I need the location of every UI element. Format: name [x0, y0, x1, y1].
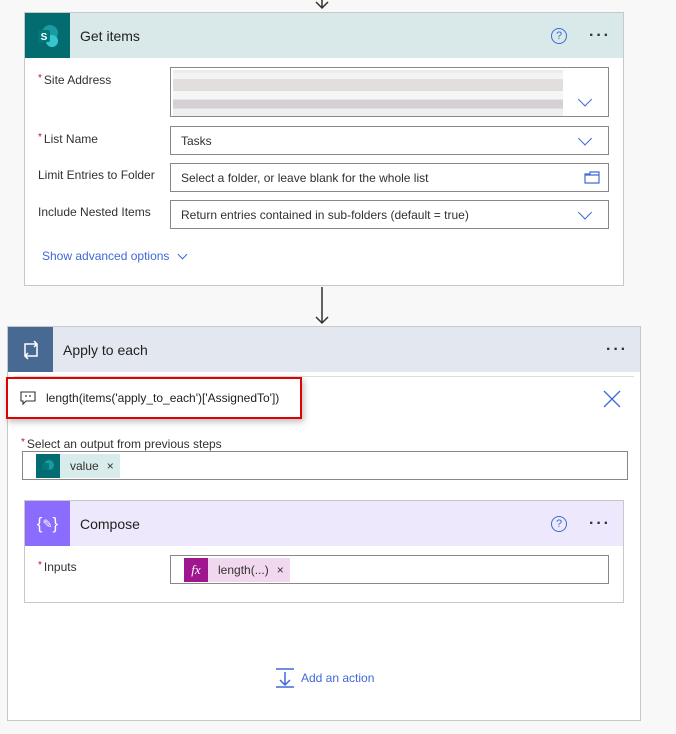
nested-items-label: Include Nested Items — [38, 205, 151, 219]
limit-folder-label: Limit Entries to Folder — [38, 168, 155, 182]
apply-to-each-header[interactable]: Apply to each ··· — [8, 327, 640, 372]
token-label: value — [70, 458, 99, 473]
comment-icon — [20, 391, 36, 406]
sharepoint-icon: S — [25, 13, 70, 58]
remove-token-icon[interactable]: × — [107, 459, 114, 473]
close-icon[interactable] — [603, 390, 621, 408]
connector-arrow-icon — [314, 0, 330, 10]
add-action-icon — [276, 668, 294, 688]
select-output-input[interactable]: value × — [22, 451, 628, 480]
more-options-icon[interactable]: ··· — [589, 515, 611, 533]
expression-text: length(items('apply_to_each')['AssignedT… — [46, 391, 280, 405]
card-title: Compose — [80, 515, 140, 532]
list-name-dropdown[interactable]: Tasks — [170, 126, 609, 155]
chevron-down-icon[interactable] — [577, 204, 593, 220]
advanced-label: Show advanced options — [42, 249, 170, 263]
inputs-field[interactable]: fx length(...) × — [170, 555, 609, 584]
nested-items-dropdown[interactable]: Return entries contained in sub-folders … — [170, 200, 609, 229]
card-title: Get items — [80, 27, 140, 44]
list-name-value: Tasks — [181, 133, 212, 148]
site-address-input[interactable] — [170, 67, 609, 117]
help-icon[interactable]: ? — [551, 515, 568, 532]
folder-icon[interactable] — [584, 171, 600, 184]
add-action-label: Add an action — [301, 671, 375, 685]
list-name-label: * List Name — [38, 132, 98, 146]
value-token[interactable]: value × — [36, 453, 120, 478]
connector-arrow-icon — [314, 287, 330, 325]
select-output-label: * Select an output from previous steps — [21, 437, 222, 451]
show-advanced-options-link[interactable]: Show advanced options — [42, 249, 188, 263]
limit-folder-placeholder: Select a folder, or leave blank for the … — [181, 170, 429, 185]
compose-header[interactable]: {✎} Compose ? ··· — [25, 501, 623, 546]
expression-token[interactable]: fx length(...) × — [184, 557, 290, 582]
compose-icon: {✎} — [25, 501, 70, 546]
chevron-down-icon — [177, 249, 188, 259]
card-title: Apply to each — [63, 341, 148, 358]
limit-folder-input[interactable]: Select a folder, or leave blank for the … — [170, 163, 609, 192]
more-options-icon[interactable]: ··· — [606, 341, 628, 359]
chevron-down-icon[interactable] — [577, 92, 593, 107]
nested-items-placeholder: Return entries contained in sub-folders … — [181, 207, 469, 222]
site-address-value-blurred — [173, 70, 563, 116]
sharepoint-icon — [36, 453, 60, 478]
token-label: length(...) — [218, 562, 269, 577]
get-items-card: S Get items ? ··· * Site Address * List Na… — [24, 12, 624, 286]
get-items-header[interactable]: S Get items ? ··· — [25, 13, 623, 58]
compose-card: {✎} Compose ? ··· * Inputs fx length(...)… — [24, 500, 624, 603]
loop-icon — [8, 327, 53, 372]
remove-token-icon[interactable]: × — [277, 563, 284, 577]
svg-text:S: S — [40, 32, 47, 43]
expression-highlight-box: length(items('apply_to_each')['AssignedT… — [6, 377, 302, 419]
chevron-down-icon[interactable] — [577, 130, 593, 146]
fx-icon: fx — [184, 557, 208, 582]
site-address-label: * Site Address — [38, 73, 112, 87]
help-icon[interactable]: ? — [551, 27, 568, 44]
more-options-icon[interactable]: ··· — [589, 27, 611, 45]
add-action-button[interactable]: Add an action — [275, 668, 374, 688]
inputs-label: * Inputs — [38, 560, 77, 574]
